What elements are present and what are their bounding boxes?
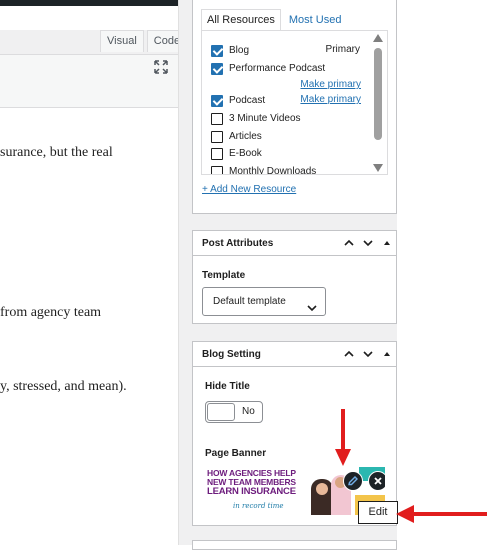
tab-all-resources[interactable]: All Resources (201, 9, 281, 30)
resource-label: Performance Podcast (229, 63, 326, 74)
chevron-up-icon[interactable] (343, 237, 355, 249)
next-panel (192, 540, 397, 550)
pencil-icon (348, 476, 358, 486)
checkbox[interactable] (211, 44, 223, 57)
banner-script-text: in record time (233, 502, 284, 510)
content-text: y, stressed, and mean). (0, 379, 127, 394)
toggle-value: No (242, 406, 255, 417)
resource-item-3-minute-videos[interactable]: 3 Minute Videos (211, 111, 301, 126)
primary-label: Primary (325, 44, 360, 55)
remove-banner-button[interactable] (368, 471, 385, 491)
checkbox[interactable] (211, 112, 223, 125)
make-primary-link[interactable]: Make primary (300, 94, 361, 105)
edit-banner-button[interactable] (343, 471, 363, 491)
resource-item-blog[interactable]: Blog (211, 43, 249, 58)
hide-title-toggle[interactable]: No (205, 401, 263, 423)
tab-visual[interactable]: Visual (100, 30, 144, 52)
scroll-down-arrow-icon[interactable] (373, 164, 383, 172)
content-text: from agency team (0, 305, 102, 320)
editor-content[interactable]: surance, but the real from agency team y… (0, 108, 178, 545)
checkbox[interactable] (211, 165, 223, 174)
checkbox[interactable] (211, 130, 223, 143)
annotation-arrow-down-icon (335, 409, 351, 466)
chevron-down-icon[interactable] (362, 348, 374, 360)
collapse-toggle-icon[interactable] (381, 348, 393, 360)
page-banner-label: Page Banner (205, 448, 267, 459)
add-new-resource-link[interactable]: + Add New Resource (202, 184, 296, 195)
post-attributes-panel: Post Attributes Template Default templat… (192, 230, 397, 324)
make-primary-link[interactable]: Make primary (300, 79, 361, 90)
banner-text: LEARN INSURANCE (207, 486, 296, 497)
chevron-up-icon[interactable] (343, 348, 355, 360)
hide-title-label: Hide Title (205, 381, 250, 392)
edit-tooltip: Edit (358, 501, 398, 524)
resources-tabs: All Resources Most Used (201, 9, 349, 30)
template-select[interactable]: Default template (202, 287, 326, 316)
close-icon (374, 477, 382, 485)
tab-most-used[interactable]: Most Used (283, 9, 348, 30)
checkbox[interactable] (211, 62, 223, 75)
resource-item-podcast[interactable]: Podcast (211, 93, 265, 108)
scrollbar-thumb[interactable] (374, 48, 382, 140)
chevron-down-icon (307, 297, 317, 312)
template-value: Default template (213, 296, 286, 307)
resource-item-performance-podcast[interactable]: Performance Podcast (211, 61, 325, 76)
resource-item-articles[interactable]: Articles (211, 129, 262, 144)
resource-label: Blog (229, 45, 250, 56)
resource-item-monthly-downloads[interactable]: Monthly Downloads (211, 164, 317, 175)
annotation-arrow-left-icon (396, 505, 487, 523)
template-label: Template (202, 270, 246, 281)
resource-label: Monthly Downloads (229, 166, 317, 175)
panel-title: Blog Setting (202, 349, 261, 360)
banner-person-face (316, 483, 328, 495)
resources-scrollbar[interactable] (373, 34, 383, 172)
checkbox[interactable] (211, 94, 223, 107)
scroll-up-arrow-icon[interactable] (373, 34, 383, 42)
content-text: surance, but the real (0, 145, 113, 160)
fullscreen-icon[interactable] (154, 60, 168, 74)
formatting-toolbar (0, 55, 178, 108)
resource-item-e-book[interactable]: E-Book (211, 146, 262, 161)
resource-label: 3 Minute Videos (229, 113, 301, 124)
collapse-toggle-icon[interactable] (381, 237, 393, 249)
panel-header: Blog Setting (193, 342, 396, 367)
resources-checklist: Blog Primary Performance Podcast Make pr… (201, 30, 388, 175)
resource-label: Podcast (229, 95, 266, 106)
editor-mode-tabs: Visual Code (100, 30, 188, 52)
panel-header: Post Attributes (193, 231, 396, 256)
resource-label: E-Book (229, 148, 262, 159)
toggle-knob (207, 403, 235, 421)
chevron-down-icon[interactable] (362, 237, 374, 249)
resource-label: Articles (229, 131, 262, 142)
blog-setting-panel: Blog Setting Hide Title No Page Banner H… (192, 341, 397, 526)
panel-title: Post Attributes (202, 238, 274, 249)
checkbox[interactable] (211, 147, 223, 160)
